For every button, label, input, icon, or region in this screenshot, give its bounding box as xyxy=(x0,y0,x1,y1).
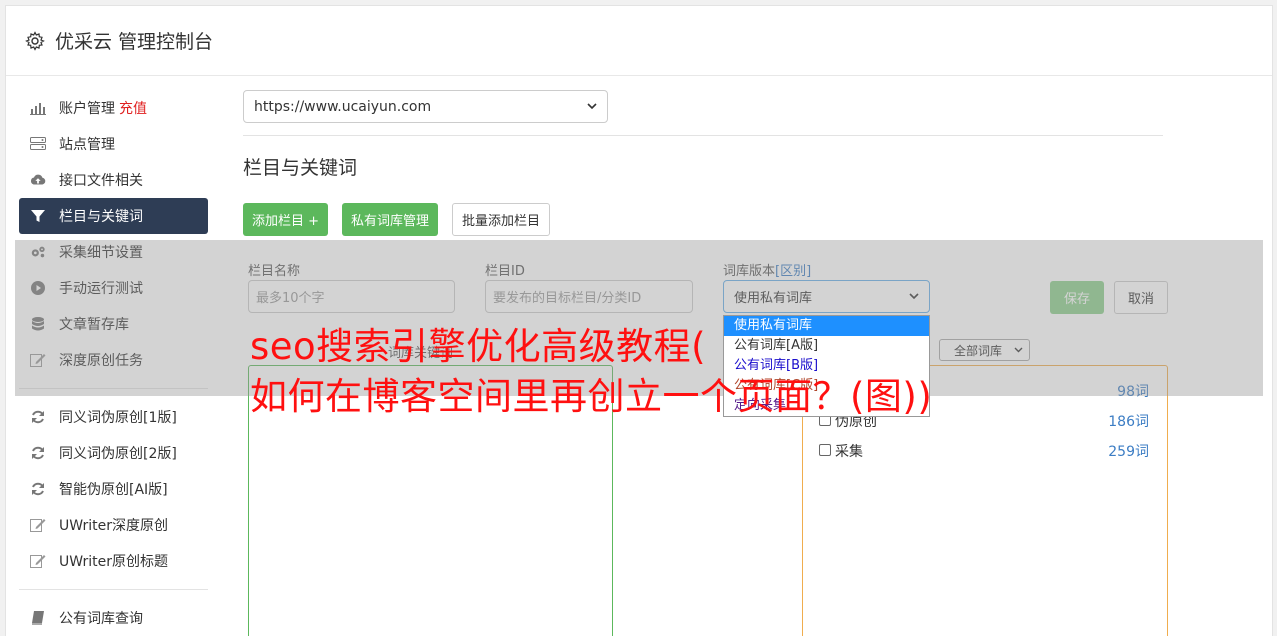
recharge-link[interactable]: 充值 xyxy=(119,98,147,118)
refresh-icon xyxy=(30,481,46,497)
site-select-value: https://www.ucaiyun.com xyxy=(254,98,432,115)
sidebar-item-synonym-v1[interactable]: 同义词伪原创[1版] xyxy=(19,399,208,435)
edit-icon xyxy=(30,517,46,533)
sidebar-item-account[interactable]: 账户管理 充值 xyxy=(19,90,208,126)
library-name: 采集 xyxy=(835,444,863,460)
sidebar-item-label: 接口文件相关 xyxy=(59,173,143,189)
gear-icon xyxy=(25,30,45,51)
sidebar-divider xyxy=(19,589,208,590)
headline-line-1: seo搜索引擎优化高级教程( xyxy=(250,325,707,368)
library-name-wrap: 采集 xyxy=(819,441,863,461)
sidebar-item-label: 账户管理 xyxy=(59,101,115,117)
batch-add-button[interactable]: 批量添加栏目 xyxy=(452,203,551,236)
sidebar-item-label: 站点管理 xyxy=(59,137,115,153)
bar-chart-icon xyxy=(30,100,46,116)
sidebar-item-sites[interactable]: 站点管理 xyxy=(19,126,208,162)
overlay-headline: seo搜索引擎优化高级教程( 如何在博客空间里再创立一个页面？(图)) xyxy=(250,322,932,422)
sidebar-item-label: UWriter深度原创 xyxy=(59,518,168,534)
library-row[interactable]: 采集 259词 xyxy=(819,441,1149,461)
action-buttons: 添加栏目 + 私有词库管理 批量添加栏目 xyxy=(243,203,1163,236)
add-column-button[interactable]: 添加栏目 + xyxy=(243,203,329,236)
sidebar-item-columns[interactable]: 栏目与关键词 xyxy=(19,198,208,234)
top-bar: 优采云 管理控制台 xyxy=(6,6,1272,76)
book-icon xyxy=(30,610,46,626)
refresh-icon xyxy=(30,409,46,425)
headline-line-2: 如何在博客空间里再创立一个页面？(图)) xyxy=(250,375,933,418)
divider xyxy=(243,135,1163,136)
private-lib-button[interactable]: 私有词库管理 xyxy=(342,203,439,236)
section-title: 栏目与关键词 xyxy=(243,157,358,179)
library-count: 259词 xyxy=(1108,444,1149,460)
refresh-icon xyxy=(30,445,46,461)
sidebar-item-synonym-v2[interactable]: 同义词伪原创[2版] xyxy=(19,435,208,471)
sidebar-item-uwriter-deep[interactable]: UWriter深度原创 xyxy=(19,507,208,543)
sidebar-item-label: 同义词伪原创[1版] xyxy=(59,410,177,426)
edit-icon xyxy=(30,553,46,569)
filter-icon xyxy=(30,208,46,224)
checkbox[interactable] xyxy=(819,444,831,456)
library-count: 186词 xyxy=(1108,414,1149,430)
sidebar-item-public-lib[interactable]: 公有词库查询 xyxy=(19,600,208,636)
sidebar-item-label: 同义词伪原创[2版] xyxy=(59,446,177,462)
cloud-upload-icon xyxy=(30,172,46,188)
page: 优采云 管理控制台 账户管理 充值 站点管理 接口文件相关 栏目与关键词 采集细… xyxy=(0,0,1277,636)
sidebar-item-ai-rewrite[interactable]: 智能伪原创[AI版] xyxy=(19,471,208,507)
chevron-down-icon xyxy=(587,103,597,110)
sidebar-item-uwriter-title[interactable]: UWriter原创标题 xyxy=(19,543,208,579)
sidebar-item-label: UWriter原创标题 xyxy=(59,554,168,570)
server-icon xyxy=(30,136,46,152)
sidebar-item-label: 栏目与关键词 xyxy=(59,209,143,225)
main-content: https://www.ucaiyun.com 栏目与关键词 添加栏目 + 私有… xyxy=(243,90,1168,636)
console-title: 优采云 管理控制台 xyxy=(55,31,214,53)
sidebar-item-label: 智能伪原创[AI版] xyxy=(59,482,168,498)
sidebar-item-label: 公有词库查询 xyxy=(59,611,143,627)
site-select[interactable]: https://www.ucaiyun.com xyxy=(243,90,608,123)
sidebar-item-api[interactable]: 接口文件相关 xyxy=(19,162,208,198)
